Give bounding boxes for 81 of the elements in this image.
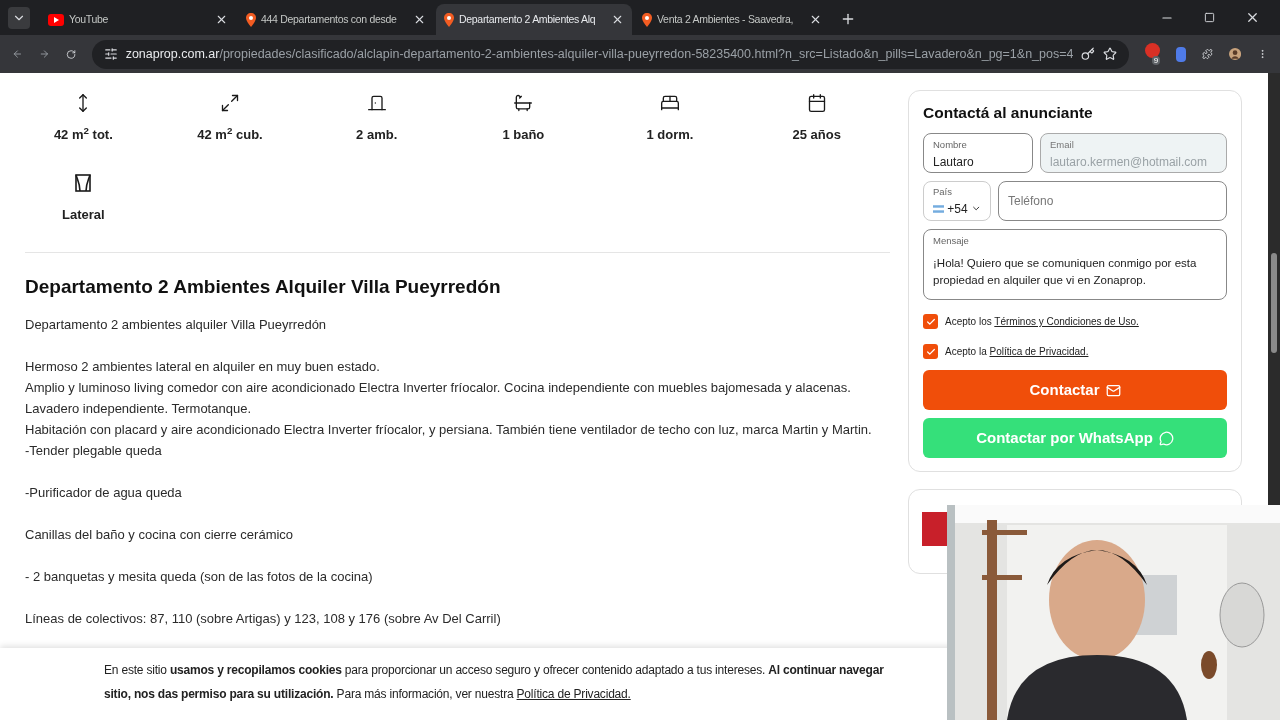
maximize-icon[interactable] <box>1204 12 1215 23</box>
close-icon[interactable] <box>611 13 624 26</box>
description-line: -Tender plegable queda <box>25 441 163 460</box>
description-line: Lavadero independiente. Termotanque. <box>25 399 252 418</box>
contact-button[interactable]: Contactar <box>923 370 1227 411</box>
translate-icon[interactable] <box>1176 46 1187 62</box>
check-icon <box>925 346 936 357</box>
check-icon <box>925 316 936 327</box>
phone-field[interactable]: Teléfono <box>998 181 1227 222</box>
extensions-icon[interactable] <box>1202 46 1214 62</box>
description-line: Departamento 2 ambientes alquiler Villa Pueyrredón <box>25 315 328 334</box>
field-label: Nombre <box>933 138 968 153</box>
description-line: -Purificador de agua queda <box>25 483 183 502</box>
location-pin-icon <box>444 12 454 27</box>
description-line: Líneas de colectivos: 87, 110 (sobre Artigas) y 123, 108 y 176 (sobre Av Del Carril) <box>25 609 502 628</box>
feature-label: 42 m$^{2}$ tot. <box>53 125 113 144</box>
consent-text: Acepto la Política de Privacidad. <box>945 345 1089 360</box>
browser-tab[interactable]: 444 Departamentos con desde <box>238 4 434 35</box>
key-icon[interactable] <box>1081 47 1096 61</box>
bathtub-icon <box>513 93 534 113</box>
calendar-icon <box>806 93 827 113</box>
site-settings-icon[interactable] <box>103 47 118 61</box>
tab-title: YouTube <box>69 11 110 27</box>
whatsapp-icon <box>1158 430 1174 446</box>
tab-search-button[interactable] <box>8 7 30 29</box>
tab-title: Venta 2 Ambientes - Saavedra, <box>657 11 795 27</box>
tab-title: Departamento 2 Ambientes Alq <box>459 11 597 27</box>
video-logo-icon <box>48 13 64 26</box>
checkbox[interactable] <box>923 344 938 360</box>
browser-tab[interactable]: YouTube <box>40 4 236 35</box>
privacy-link[interactable]: Política de Privacidad. <box>516 687 631 701</box>
field-value: ¡Hola! Quiero que se comuniquen conmigo por esta propiedad en alquiler que vi en Zonaprop. <box>933 255 1198 288</box>
url-text: zonaprop.com.ar/propiedades/clasificado/alclapin-departamento-2-ambientes-alquiler-villa-pueyrredon-58235400.html?n_src=Listado&n_pills=Lavadero&n_pg=1&n_pos=4 <box>125 45 1074 63</box>
consent-text: Acepto los Términos y Condiciones de Uso. <box>945 315 1139 330</box>
field-label: Email <box>1050 138 1075 153</box>
description-line: Amplio y luminoso living comedor con aire acondicionado Electra Inverter fríocalor. Cocina independiente con muebles bajomesada y alacenas. <box>25 378 852 397</box>
browser-tab[interactable]: Venta 2 Ambientes - Saavedra, <box>634 4 830 35</box>
avatar-icon[interactable] <box>1229 45 1242 63</box>
close-icon[interactable] <box>215 13 228 26</box>
feature-label: Lateral <box>62 205 105 224</box>
country-code: +54 <box>947 200 968 218</box>
checkbox[interactable] <box>923 314 938 330</box>
message-field[interactable]: Mensaje ¡Hola! Quiero que se comuniquen conmigo por esta propiedad en alquiler que vi en Zonaprop. <box>923 229 1227 301</box>
flag-icon <box>933 204 945 213</box>
feature-label: 2 amb. <box>356 126 398 144</box>
address-bar[interactable]: zonaprop.com.ar/propiedades/clasificado/alclapin-departamento-2-ambientes-alquiler-villa-pueyrredon-58235400.html?n_src=Listado&n_pills=Lavadero&n_pg=1&n_pos=4 <box>91 39 1130 69</box>
description-line: Hermoso 2 ambientes lateral en alquiler en muy buen estado. <box>25 357 381 376</box>
location-pin-icon <box>642 12 652 27</box>
cookie-text: En este sitio usamos y recopilamos cookies para proporcionar un acceso seguro y ofrecer contenido adaptado a tus intereses. Al continuar navegar <box>104 662 885 679</box>
feature-label: 42 m$^{2}$ cub. <box>197 125 263 144</box>
door-icon <box>366 93 387 113</box>
field-label: Mensaje <box>933 234 970 249</box>
country-select[interactable]: País +54 <box>923 181 991 222</box>
feature-label: 1 dorm. <box>646 126 694 144</box>
feature-label: 25 años <box>792 126 841 144</box>
browser-tab[interactable]: Departamento 2 Ambientes Alq <box>436 4 632 35</box>
field-value: lautaro.kermen@hotmail.com <box>1050 153 1208 171</box>
window-curtain-icon <box>73 172 94 193</box>
field-label: País <box>933 185 953 200</box>
extension-badge: 9 <box>1151 56 1161 65</box>
close-icon[interactable] <box>1245 10 1260 25</box>
feature-label: 1 baño <box>502 126 545 144</box>
name-field[interactable]: Nombre Lautaro <box>923 133 1033 174</box>
description-line: Canillas del baño y cocina con cierre cerámico <box>25 525 295 544</box>
agency-logo <box>922 512 948 547</box>
consent-link[interactable]: Términos y Condiciones de Uso. <box>994 316 1139 328</box>
expand-icon <box>220 93 240 113</box>
description-line: - 2 banquetas y mesita queda (son de las fotos de la cocina) <box>25 567 374 586</box>
field-value: Lautaro <box>933 153 975 171</box>
bed-icon <box>660 93 680 113</box>
mail-icon <box>1105 382 1121 398</box>
close-icon[interactable] <box>809 13 822 26</box>
description-title: Departamento 2 Ambientes Alquiler Villa Pueyrredón <box>25 275 502 299</box>
consent-link[interactable]: Política de Privacidad. <box>989 346 1089 358</box>
bookmark-icon[interactable] <box>1103 47 1118 61</box>
tab-title: 444 Departamentos con desde <box>261 11 398 27</box>
close-icon[interactable] <box>413 13 426 26</box>
location-pin-icon <box>246 12 256 27</box>
description-line: Habitación con placard y aire acondicionado Electra Inverter fríocalor, y persiana. También tiene ventilador de techo con luz, marca Martin y Martin. <box>25 420 873 439</box>
contact-title: Contactá al anunciante <box>923 103 1094 123</box>
new-tab-icon[interactable] <box>840 11 856 27</box>
